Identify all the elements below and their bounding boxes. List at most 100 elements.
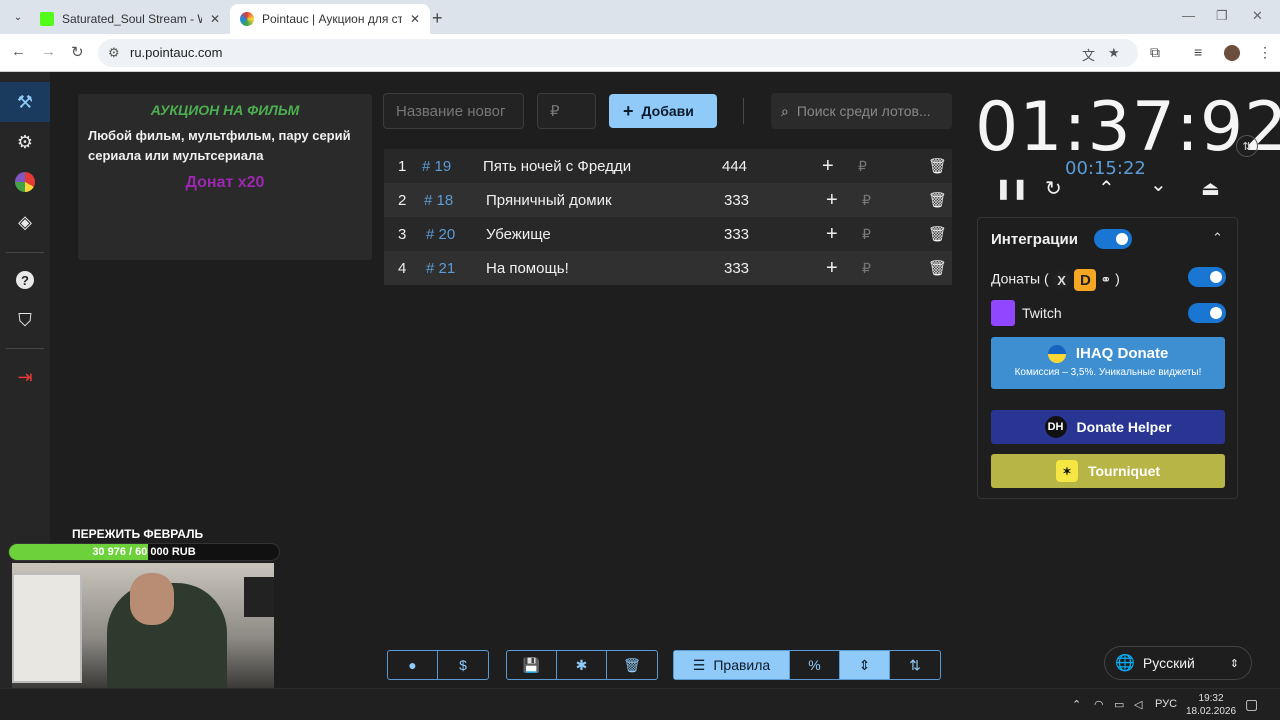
donations-label-text: Донаты ( [991,270,1049,287]
percent-button[interactable]: % [790,651,840,679]
lot-name-input[interactable]: Название новог [383,93,524,129]
lot-name-placeholder: Название новог [396,102,506,120]
currency-icon[interactable]: ₽ [862,260,871,277]
currency-icon[interactable]: ₽ [858,158,867,175]
lot-name[interactable]: Пряничный домик [486,192,612,209]
rules-panel[interactable]: АУКЦИОН НА ФИЛЬМ Любой фильм, мультфильм… [78,94,372,260]
collapse-chevron-icon[interactable]: ⌃ [1212,230,1223,246]
close-window-icon[interactable]: ✕ [1252,8,1263,24]
lot-id[interactable]: # 21 [426,260,455,277]
save-icon[interactable]: 💾 [507,651,557,679]
close-tab-icon[interactable]: ✕ [210,12,220,26]
delete-lot-icon[interactable]: 🗑 [928,191,947,209]
sidebar-wheel-icon[interactable] [0,162,50,202]
tab-pointauc[interactable]: Pointauc | Аукцион для стриме ✕ [230,4,431,34]
wifi-icon[interactable]: ◠ [1094,698,1104,711]
clock-date: 18.02.2026 [1186,706,1237,717]
integrations-toggle[interactable] [1094,229,1132,249]
sidebar-layers-icon[interactable]: ◈ [0,202,50,242]
restore-icon[interactable]: ❐ [1216,8,1228,24]
donation-goal-title: ПЕРЕЖИТЬ ФЕВРАЛЬ [72,527,204,541]
add-amount-icon[interactable]: + [826,223,838,246]
address-bar[interactable]: ⚙ ru.pointauc.com ⽂ ★ [98,39,1138,67]
media-icon[interactable]: ≡ [1194,44,1202,60]
notifications-icon[interactable]: ▢ [1245,696,1258,713]
volume-icon[interactable]: ◁ [1134,698,1142,711]
add-amount-icon[interactable]: + [826,257,838,280]
delete-lot-icon[interactable]: 🗑 [928,157,947,175]
lot-amount: 333 [724,259,750,277]
decrease-time-icon[interactable]: ⌄ [1150,172,1167,197]
sidebar-auction-icon[interactable]: ⚒ [0,82,50,122]
bookmark-star-icon[interactable]: ★ [1108,45,1120,61]
add-amount-icon[interactable]: + [826,189,838,212]
compact-view-icon[interactable]: ⇕ [840,651,890,679]
forward-icon[interactable]: → [41,43,56,60]
x-service-icon: X [1052,271,1071,289]
taskbar-clock[interactable]: 19:32 18.02.2026 [1186,692,1236,718]
close-tab-icon[interactable]: ✕ [410,12,420,26]
lot-id[interactable]: # 18 [424,192,453,209]
donate-helper-button[interactable]: DH Donate Helper [991,410,1225,444]
sidebar-help-icon[interactable]: ? [0,260,50,300]
rules-button[interactable]: ☰ Правила [674,651,790,679]
tools-group: 💾 ✱ 🗑 [506,650,658,680]
sidebar-settings-icon[interactable]: ⚙ [0,122,50,162]
donate-dollar-icon[interactable]: $ [438,651,488,679]
tab-search-icon[interactable]: ⌄ [8,7,28,27]
minimize-icon[interactable]: — [1182,8,1195,23]
tourniquet-button[interactable]: ✶ Tourniquet [991,454,1225,488]
extensions-icon[interactable]: ⧉ [1150,44,1160,61]
ihaq-donate-button[interactable]: IHAQ Donate Комиссия – 3,5%. Уникальные … [991,337,1225,389]
lot-name[interactable]: Пять ночей с Фредди [483,158,631,175]
donations-toggle[interactable] [1188,267,1226,287]
sidebar-logout-icon[interactable]: ⇥ [0,357,50,397]
pause-icon[interactable]: ❚❚ [995,176,1029,201]
increase-time-icon[interactable]: ⌃ [1098,176,1115,201]
reload-icon[interactable]: ↻ [71,43,84,61]
battery-icon[interactable]: ▭ [1114,698,1124,711]
lot-amount-input[interactable]: ₽ [537,93,596,129]
lot-name[interactable]: Убежище [486,226,551,243]
site-info-icon[interactable]: ⚙ [108,45,120,61]
infinity-service-icon: ⚭ [1100,272,1112,287]
lot-id[interactable]: # 20 [426,226,455,243]
new-tab-icon[interactable]: + [432,8,443,29]
delete-lot-icon[interactable]: 🗑 [928,225,947,243]
back-icon[interactable]: ← [11,43,26,60]
donate-helper-logo-icon: DH [1044,416,1067,438]
lot-id[interactable]: # 19 [422,158,451,175]
tray-chevron-icon[interactable]: ⌃ [1072,698,1081,711]
app-area: ⚒ ⚙ ◈ ? ⛉ ⇥ АУКЦИОН НА ФИЛЬМ Любой фильм… [0,72,1280,688]
restart-icon[interactable]: ↻ [1045,176,1062,201]
swap-icon[interactable]: ⇅ [1236,135,1258,157]
menu-icon[interactable]: ⋮ [1258,44,1272,61]
delete-lot-icon[interactable]: 🗑 [928,259,947,277]
input-language[interactable]: РУС [1155,698,1177,710]
profile-avatar[interactable] [1224,45,1240,61]
lot-name[interactable]: На помощь! [486,260,569,277]
twitch-toggle[interactable] [1188,303,1226,323]
lot-search-input[interactable]: ⌕ Поиск среди лотов... [771,93,952,129]
github-icon[interactable]: ● [388,651,438,679]
clear-lots-icon[interactable]: 🗑 [607,651,657,679]
add-lot-button[interactable]: + Добави [609,94,717,128]
lot-row: 4 # 21 На помощь! 333 + ₽ 🗑 [384,251,952,285]
sidebar-divider [6,348,44,349]
url-text: ru.pointauc.com [130,45,223,60]
search-icon: ⌕ [781,102,789,119]
add-amount-icon[interactable]: + [822,155,834,178]
bug-report-icon[interactable]: ✱ [557,651,607,679]
language-select[interactable]: 🌐 Русский ⇕ [1104,646,1252,680]
currency-icon[interactable]: ₽ [862,192,871,209]
translate-icon[interactable]: ⽂ [1082,45,1095,64]
windows-taskbar: ⌃ ◠ ▭ ◁ РУС 19:32 18.02.2026 ▢ [0,688,1280,720]
tab-stream[interactable]: Saturated_Soul Stream - Watch ✕ [30,4,230,34]
sidebar-shield-icon[interactable]: ⛉ [0,300,50,340]
sort-icon[interactable]: ⇅ [890,651,940,679]
main-timer: 01:37:92 [975,88,1280,167]
webcam-shelf [12,573,82,683]
max-time-icon[interactable]: ⏏ [1201,176,1220,201]
currency-icon[interactable]: ₽ [862,226,871,243]
donations-label: Донаты ( X D ⚭ ) [991,269,1120,291]
